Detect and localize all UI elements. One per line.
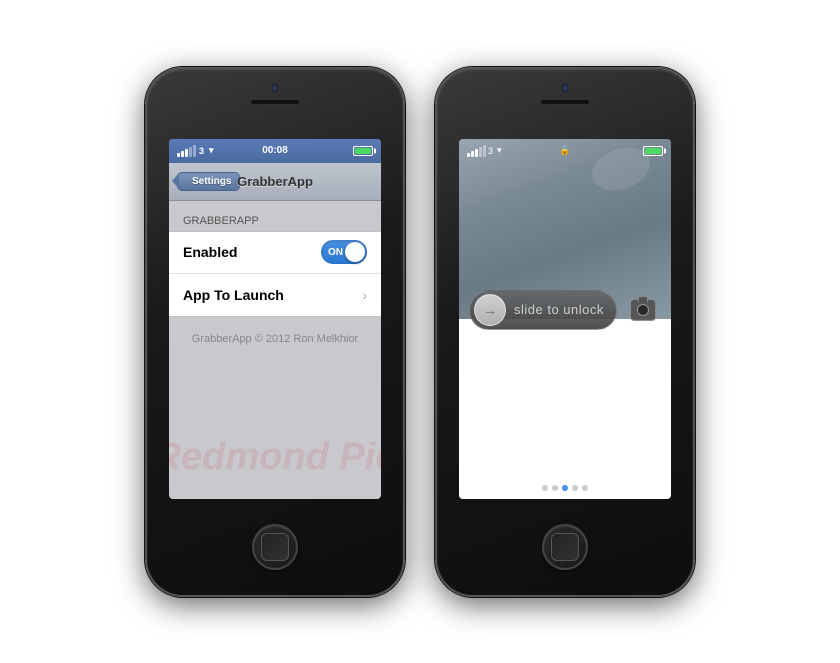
settings-screen: 3 ▾ 00:08 Settings GrabberApp bbox=[169, 139, 381, 499]
home-button-1[interactable] bbox=[252, 524, 298, 570]
camera-icon bbox=[630, 299, 656, 321]
slide-unlock-bar[interactable]: → slide to unlock bbox=[469, 290, 617, 330]
front-camera-icon bbox=[270, 83, 280, 93]
slide-to-unlock-text: slide to unlock bbox=[514, 302, 604, 317]
lock-status-bar: 3 ▾ 🔒 bbox=[459, 139, 671, 163]
status-time-1: 00:08 bbox=[262, 145, 288, 156]
lock-signal-bar-1 bbox=[467, 153, 470, 157]
screen-1: 3 ▾ 00:08 Settings GrabberApp bbox=[169, 139, 381, 499]
lock-status-left: 3 ▾ bbox=[467, 145, 502, 157]
wifi-icon-1: ▾ bbox=[209, 145, 214, 156]
table-row-app-to-launch[interactable]: App To Launch › bbox=[169, 274, 381, 316]
phone-top-1 bbox=[147, 69, 403, 139]
phone-bottom-1 bbox=[252, 499, 298, 595]
enabled-toggle[interactable]: ON bbox=[321, 240, 367, 264]
signal-bar-3 bbox=[185, 149, 188, 157]
battery-icon-1 bbox=[353, 146, 373, 156]
lock-signal-bar-3 bbox=[475, 149, 478, 157]
lock-wifi-icon: ▾ bbox=[497, 145, 502, 156]
front-camera-icon-2 bbox=[560, 83, 570, 93]
lock-signal-bar-5 bbox=[483, 145, 486, 157]
signal-label: 3 bbox=[199, 146, 204, 156]
phone-bottom-2 bbox=[542, 499, 588, 595]
page-dot-1 bbox=[542, 485, 548, 491]
phone-1: 3 ▾ 00:08 Settings GrabberApp bbox=[145, 67, 405, 597]
screen-2: 3 ▾ 🔒 → slid bbox=[459, 139, 671, 499]
page-dot-3 bbox=[562, 485, 568, 491]
home-button-inner-1 bbox=[261, 533, 289, 561]
table-section-1: Enabled ON App To Launch bbox=[169, 231, 381, 317]
lock-signal-bars bbox=[467, 145, 486, 157]
lock-screen: 3 ▾ 🔒 → slid bbox=[459, 139, 671, 499]
lock-signal-bar-4 bbox=[479, 147, 482, 157]
phone-top-2 bbox=[437, 69, 693, 139]
watermark-1: Redmond Pie bbox=[169, 436, 381, 479]
disclosure-arrow-icon: › bbox=[362, 287, 367, 303]
camera-lens bbox=[637, 304, 649, 316]
slide-to-unlock-area[interactable]: → slide to unlock bbox=[459, 290, 671, 330]
lock-battery-icon bbox=[643, 146, 663, 156]
settings-table: GrabberApp Enabled ON bbox=[169, 215, 381, 317]
enabled-label: Enabled bbox=[183, 244, 237, 260]
page-dot-5 bbox=[582, 485, 588, 491]
app-to-launch-label: App To Launch bbox=[183, 287, 284, 303]
slide-arrow-button[interactable]: → bbox=[474, 294, 506, 326]
slide-arrow-icon: → bbox=[483, 302, 497, 318]
lock-signal-bar-2 bbox=[471, 151, 474, 157]
battery-fill-1 bbox=[355, 148, 371, 154]
signal-bar-4 bbox=[189, 147, 192, 157]
settings-footer: GrabberApp © 2012 Ron Melkhior bbox=[169, 317, 381, 345]
lock-signal-label: 3 bbox=[488, 146, 493, 156]
nav-title-1: GrabberApp bbox=[237, 174, 313, 189]
lock-battery-fill bbox=[645, 148, 661, 154]
signal-bar-2 bbox=[181, 151, 184, 157]
table-row-enabled[interactable]: Enabled ON bbox=[169, 232, 381, 274]
speaker-icon bbox=[250, 99, 300, 105]
status-right-1 bbox=[353, 146, 373, 156]
disclosure-container: › bbox=[362, 287, 367, 303]
phone-2: 3 ▾ 🔒 → slid bbox=[435, 67, 695, 597]
lock-bottom-white bbox=[459, 319, 671, 499]
status-bar-1: 3 ▾ 00:08 bbox=[169, 139, 381, 163]
lock-status-right bbox=[643, 146, 663, 156]
page-dot-4 bbox=[572, 485, 578, 491]
nav-bar-1: Settings GrabberApp bbox=[169, 163, 381, 201]
home-button-2[interactable] bbox=[542, 524, 588, 570]
table-group-header: GrabberApp bbox=[169, 215, 381, 231]
toggle-knob bbox=[345, 242, 365, 262]
page-dot-2 bbox=[552, 485, 558, 491]
signal-bar-5 bbox=[193, 145, 196, 157]
lock-icon-center: 🔒 bbox=[559, 145, 570, 156]
toggle-on-label: ON bbox=[328, 247, 343, 258]
speaker-icon-2 bbox=[540, 99, 590, 105]
status-left-1: 3 ▾ bbox=[177, 145, 214, 157]
lock-pagination bbox=[542, 485, 588, 491]
signal-bars-1 bbox=[177, 145, 196, 157]
signal-bar-1 bbox=[177, 153, 180, 157]
back-button[interactable]: Settings bbox=[177, 172, 240, 191]
camera-button[interactable] bbox=[625, 292, 661, 328]
phones-container: 3 ▾ 00:08 Settings GrabberApp bbox=[145, 67, 695, 597]
toggle-container: ON bbox=[321, 240, 367, 264]
home-button-inner-2 bbox=[551, 533, 579, 561]
